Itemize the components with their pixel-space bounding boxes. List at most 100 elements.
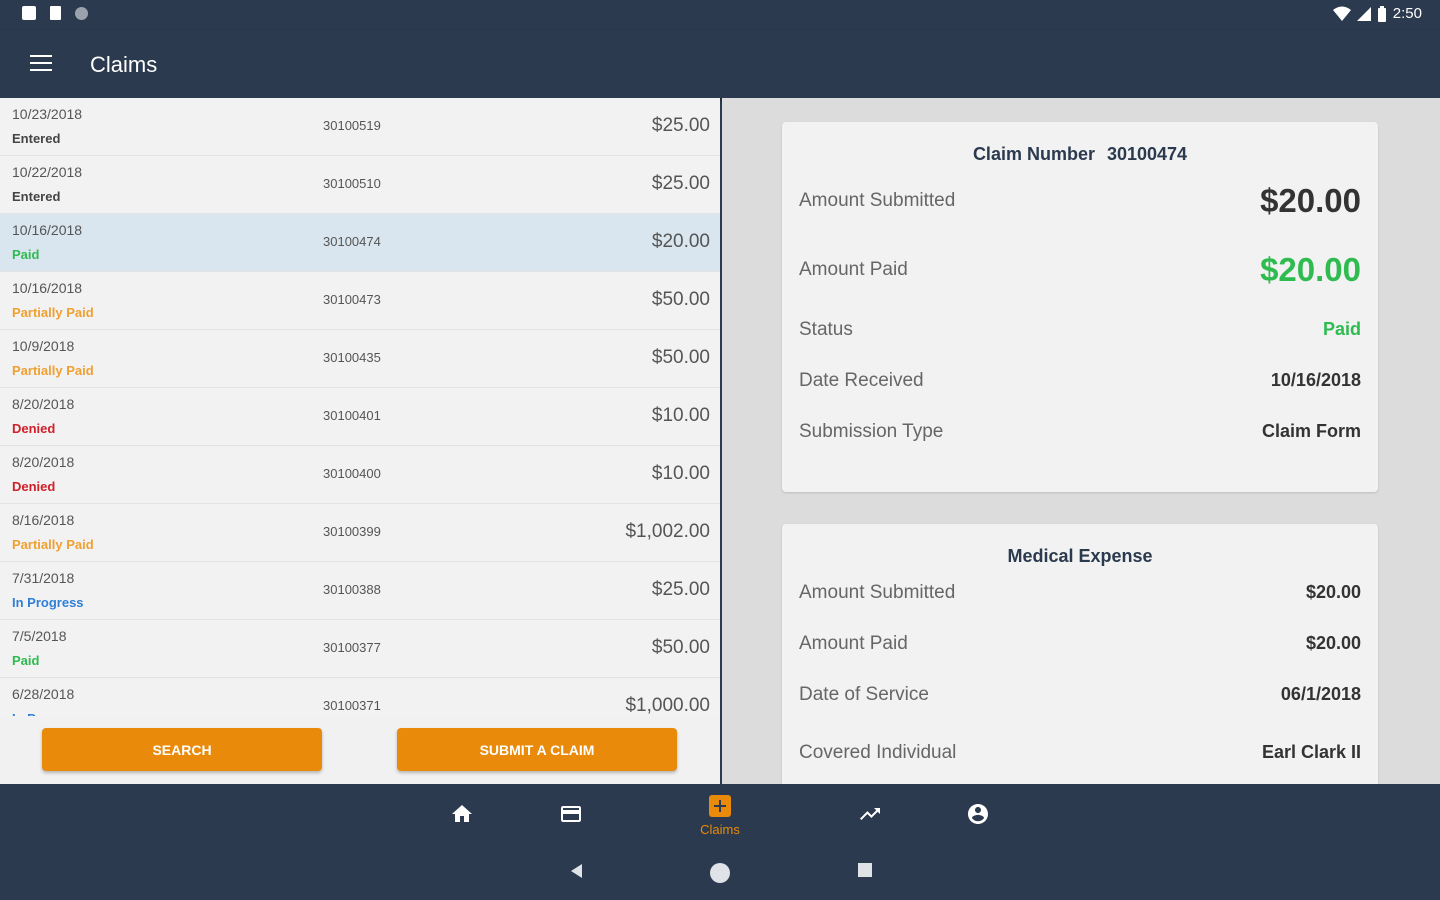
- notification-icons: [22, 6, 88, 20]
- claim-status: Denied: [12, 421, 56, 436]
- claim-date: 8/20/2018: [12, 396, 75, 412]
- amount-submitted-row: Amount Submitted $20.00: [799, 182, 1361, 222]
- claim-date: 8/16/2018: [12, 512, 75, 528]
- claim-number: 30100377: [323, 640, 381, 655]
- submission-type-label: Submission Type: [799, 421, 944, 442]
- claim-number: 30100399: [323, 524, 381, 539]
- medical-expense-heading: Medical Expense: [1007, 546, 1153, 566]
- claim-status: Paid: [12, 247, 40, 262]
- wifi-icon: [1332, 6, 1351, 21]
- search-button[interactable]: SEARCH: [42, 728, 322, 771]
- account-circle-icon: [968, 804, 988, 824]
- back-icon[interactable]: [568, 862, 584, 880]
- claims-list-pane: 10/23/2018 Entered 30100519 $25.00 10/22/201…: [0, 98, 720, 784]
- signal-icon: [1356, 6, 1371, 21]
- claim-status: Partially Paid: [12, 305, 94, 320]
- claim-status: Entered: [12, 189, 61, 204]
- claim-amount: $25.00: [651, 579, 710, 600]
- claim-summary-card: Claim Number 30100474 Amount Submitted $2…: [782, 122, 1378, 492]
- status-bar: 2:50: [0, 0, 1440, 30]
- claim-row[interactable]: 7/31/2018 In Progress 30100388 $25.00: [0, 562, 720, 620]
- recents-icon[interactable]: [857, 862, 873, 878]
- app-bar: Claims: [0, 30, 1440, 98]
- claim-date: 6/28/2018: [12, 686, 75, 702]
- page-title: Claims: [90, 52, 158, 77]
- claim-amount: $50.00: [651, 289, 710, 310]
- claim-amount: $20.00: [651, 231, 710, 252]
- claim-status: In Progress: [12, 595, 84, 610]
- claim-row[interactable]: 8/20/2018 Denied 30100401 $10.00: [0, 388, 720, 446]
- menu-icon[interactable]: [30, 55, 52, 73]
- claim-row[interactable]: 6/28/2018In Progress30100371$1,000.00: [0, 678, 720, 716]
- claim-detail-pane: Claim Number 30100474 Amount Submitted $2…: [722, 98, 1440, 784]
- nav-claims[interactable]: Claims: [680, 784, 760, 844]
- date-of-service-value: 06/1/2018: [1280, 684, 1361, 704]
- amount-paid-row: Amount Paid $20.00: [799, 251, 1361, 291]
- claim-amount: $10.00: [651, 405, 710, 426]
- claim-number: 30100519: [323, 118, 381, 133]
- submit-claim-button[interactable]: SUBMIT A CLAIM: [397, 728, 677, 771]
- claim-date: 10/22/2018: [12, 164, 83, 180]
- claim-row[interactable]: 10/16/2018 Paid 30100474 $20.00: [0, 214, 720, 272]
- system-navigation: [0, 844, 1440, 900]
- claim-status: Partially Paid: [12, 363, 94, 378]
- claim-date: 10/16/2018: [12, 280, 83, 296]
- status-label: Status: [799, 319, 853, 340]
- claim-row[interactable]: 10/23/2018 Entered 30100519 $25.00: [0, 98, 720, 156]
- amount-paid-label: Amount Paid: [799, 259, 908, 280]
- amount-submitted-value: $20.00: [1260, 182, 1361, 219]
- claim-row[interactable]: 8/20/2018 Denied 30100400 $10.00: [0, 446, 720, 504]
- claim-amount: $25.00: [651, 173, 710, 194]
- credit-card-icon: [561, 806, 581, 822]
- claim-number-label: Claim Number: [972, 144, 1095, 164]
- clipboard-icon: [50, 6, 61, 20]
- claim-row[interactable]: 10/9/2018 Partially Paid 30100435 $50.00: [0, 330, 720, 388]
- claim-status: Entered: [12, 131, 61, 146]
- notification-icon: [22, 6, 36, 20]
- claims-icon: [709, 795, 731, 817]
- date-received-value: 10/16/2018: [1270, 370, 1361, 390]
- nav-home[interactable]: [422, 784, 502, 844]
- home-circle-icon[interactable]: [709, 862, 731, 884]
- status-row: Status Paid: [799, 319, 1361, 345]
- date-of-service-label: Date of Service: [799, 684, 929, 705]
- claim-row[interactable]: 7/5/2018 Paid 30100377 $50.00: [0, 620, 720, 678]
- claim-row[interactable]: 10/22/2018 Entered 30100510 $25.00: [0, 156, 720, 214]
- covered-individual-label: Covered Individual: [799, 742, 957, 763]
- nav-account[interactable]: [938, 784, 1018, 844]
- claim-amount: $10.00: [651, 463, 710, 484]
- nav-claims-label: Claims: [700, 822, 740, 837]
- claim-amount: $1,000.00: [625, 695, 710, 716]
- claim-date: 10/16/2018: [12, 222, 83, 238]
- claim-status: Denied: [12, 479, 56, 494]
- claim-number: 30100510: [323, 176, 381, 191]
- covered-individual-row: Covered Individual Earl Clark II: [799, 742, 1361, 768]
- me-amount-paid-value: $20.00: [1305, 633, 1361, 653]
- claim-number-value: 30100474: [1106, 144, 1188, 164]
- claim-amount: $50.00: [651, 347, 710, 368]
- claims-list[interactable]: 10/23/2018 Entered 30100519 $25.00 10/22/201…: [0, 98, 720, 716]
- medical-expense-card: Medical Expense Amount Submitted $20.00 …: [782, 524, 1378, 784]
- trending-up-icon: [860, 808, 880, 820]
- me-amount-paid-label: Amount Paid: [799, 633, 908, 654]
- claim-date: 7/5/2018: [12, 628, 67, 644]
- claim-date: 7/31/2018: [12, 570, 75, 586]
- claim-number: 30100474: [323, 234, 381, 249]
- claim-date: 10/23/2018: [12, 106, 83, 122]
- bottom-navigation: Claims: [0, 784, 1440, 844]
- claim-row[interactable]: 10/16/2018 Partially Paid 30100473 $50.00: [0, 272, 720, 330]
- claim-number: 30100400: [323, 466, 381, 481]
- claim-number: 30100473: [323, 292, 381, 307]
- sync-icon: [75, 6, 88, 20]
- home-icon: [452, 805, 472, 822]
- battery-icon: [1377, 5, 1386, 22]
- system-status: 2:50: [1332, 5, 1422, 22]
- claim-number: 30100435: [323, 350, 381, 365]
- nav-trends[interactable]: [830, 784, 910, 844]
- date-received-row: Date Received 10/16/2018: [799, 370, 1361, 396]
- claim-row[interactable]: 8/16/2018 Partially Paid 30100399 $1,002.00: [0, 504, 720, 562]
- me-amount-paid-row: Amount Paid $20.00: [799, 633, 1361, 659]
- claim-status: Paid: [12, 653, 40, 668]
- nav-card[interactable]: [531, 784, 611, 844]
- claim-number-heading: Claim Number 30100474: [782, 144, 1378, 165]
